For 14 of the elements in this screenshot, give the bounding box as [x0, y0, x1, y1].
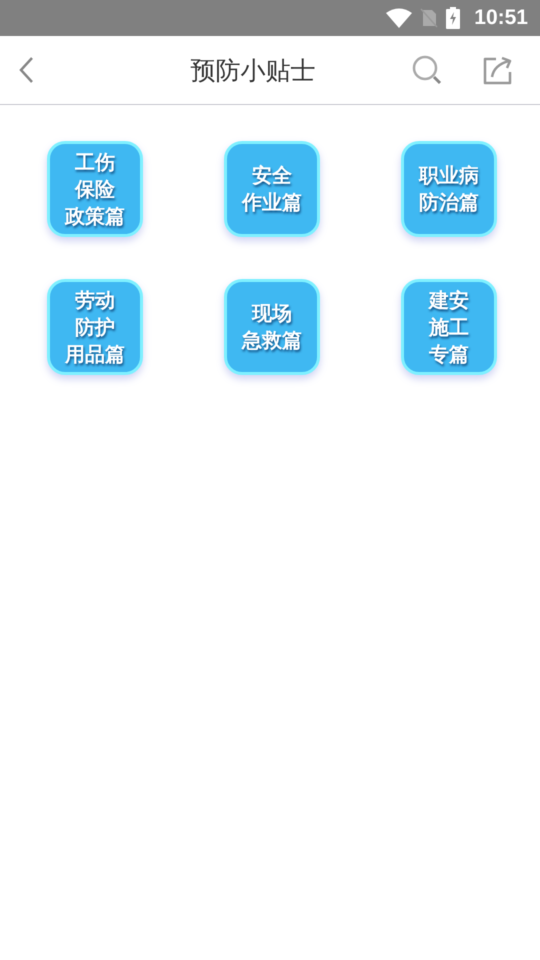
back-icon [18, 56, 34, 84]
category-tile[interactable]: 职业病 防治篇 [401, 141, 497, 237]
category-tile[interactable]: 安全 作业篇 [224, 141, 320, 237]
category-tile[interactable]: 劳动 防护 用品篇 [47, 279, 143, 375]
no-sim-icon [420, 8, 438, 28]
search-icon [412, 55, 444, 85]
status-time: 10:51 [474, 6, 528, 30]
wifi-icon [386, 8, 412, 28]
share-icon [482, 55, 514, 85]
category-tile[interactable]: 建安 施工 专篇 [401, 279, 497, 375]
battery-icon [446, 7, 460, 29]
category-tile[interactable]: 工伤 保险 政策篇 [47, 141, 143, 237]
category-tile[interactable]: 现场 急救篇 [224, 279, 320, 375]
page-title: 预防小贴士 [190, 54, 316, 86]
